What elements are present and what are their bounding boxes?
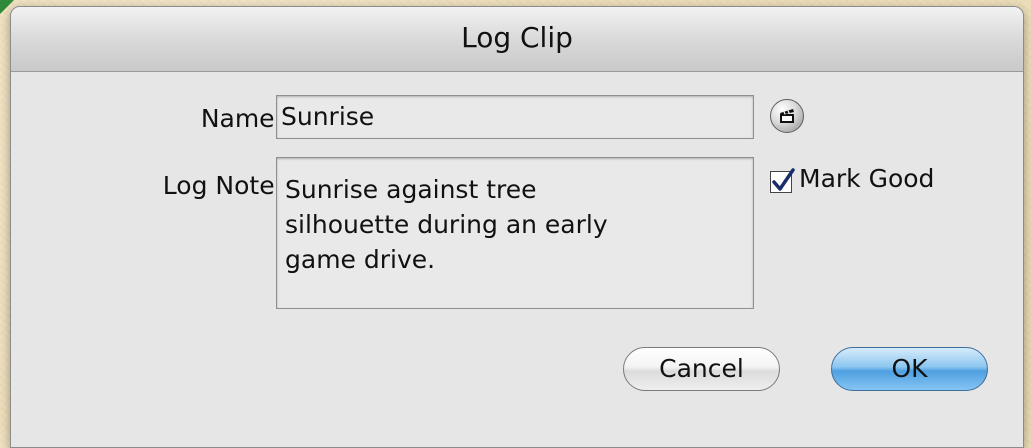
ok-button[interactable]: OK <box>831 347 988 391</box>
log-clip-dialog: Log Clip Name: Sunrise Log Note: Sunrise… <box>10 6 1024 448</box>
dialog-title: Log Clip <box>11 7 1023 72</box>
clapperboard-icon <box>780 109 794 123</box>
mark-good-checkbox[interactable] <box>770 168 795 193</box>
cancel-button[interactable]: Cancel <box>623 347 780 391</box>
log-note-label: Log Note: <box>162 171 283 200</box>
name-input[interactable]: Sunrise <box>276 95 754 139</box>
name-label: Name: <box>200 104 283 133</box>
checkmark-icon <box>772 168 795 191</box>
mark-good-label[interactable]: Mark Good <box>799 164 934 193</box>
log-note-textarea[interactable]: Sunrise against tree silhouette during a… <box>276 157 754 309</box>
clapper-button[interactable] <box>770 99 804 133</box>
